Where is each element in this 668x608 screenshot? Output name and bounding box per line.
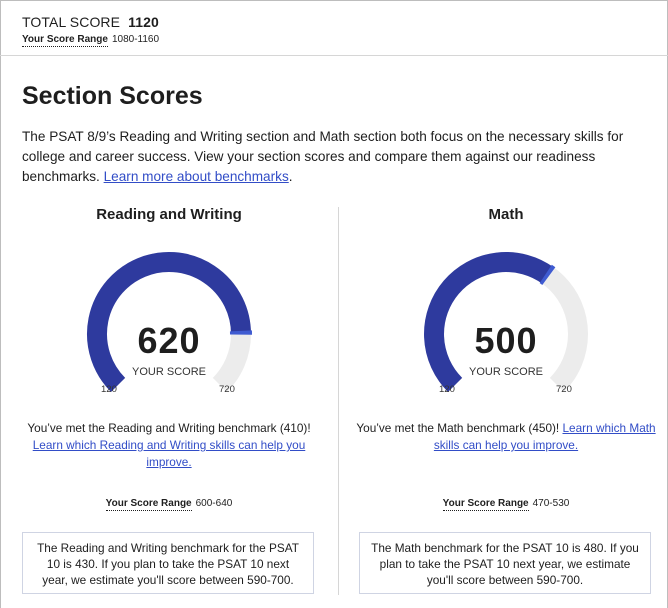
score-range-label[interactable]: Your Score Range — [442, 498, 529, 511]
section-math: Math 500 YOUR SCORE 120 720 You’ve met t… — [351, 206, 661, 594]
section-score: 620 — [137, 320, 201, 361]
section-score: 500 — [474, 320, 538, 361]
section-score-range: Your Score Range 470-530 — [351, 498, 661, 511]
column-divider — [338, 207, 339, 595]
intro-text: The PSAT 8/9’s Reading and Writing secti… — [22, 127, 642, 187]
gauge-max-label: 720 — [556, 384, 572, 395]
score-range-label[interactable]: Your Score Range — [22, 34, 108, 47]
learn-skills-link[interactable]: Learn which Reading and Writing skills c… — [33, 438, 306, 469]
benchmark-message: You’ve met the Math benchmark (450)! Lea… — [351, 420, 661, 454]
total-score-value: 1120 — [128, 14, 159, 30]
gauge-max-label: 720 — [219, 384, 235, 395]
score-range-label[interactable]: Your Score Range — [105, 498, 192, 511]
section-title: Math — [488, 206, 524, 223]
page-title: Section Scores — [22, 82, 203, 110]
score-gauge: 620 YOUR SCORE — [14, 236, 324, 396]
score-range-value: 600-640 — [195, 498, 233, 509]
gauge-score-marker — [539, 264, 556, 286]
header-divider — [0, 55, 668, 56]
total-score-label: TOTAL SCORE — [22, 14, 121, 30]
gauge-min-label: 120 — [101, 384, 117, 395]
benchmark-text: You’ve met the Math benchmark (450)! — [356, 421, 563, 435]
total-score-range: Your Score Range 1080-1160 — [22, 34, 160, 47]
learn-more-benchmarks-link[interactable]: Learn more about benchmarks — [104, 169, 289, 184]
section-reading-writing: Reading and Writing 620 YOUR SCORE 120 7… — [14, 206, 324, 594]
score-gauge: 500 YOUR SCORE — [351, 236, 661, 396]
section-score-range: Your Score Range 600-640 — [14, 498, 324, 511]
section-title: Reading and Writing — [96, 206, 242, 223]
your-score-label: YOUR SCORE — [469, 366, 543, 378]
psat10-benchmark-note: The Reading and Writing benchmark for th… — [22, 532, 314, 594]
your-score-label: YOUR SCORE — [132, 366, 206, 378]
psat10-benchmark-note: The Math benchmark for the PSAT 10 is 48… — [359, 532, 651, 594]
total-score: TOTAL SCORE 1120 — [22, 14, 159, 30]
score-range-value: 470-530 — [532, 498, 570, 509]
benchmark-text: You’ve met the Reading and Writing bench… — [27, 421, 311, 435]
gauge-min-label: 120 — [439, 384, 455, 395]
benchmark-message: You’ve met the Reading and Writing bench… — [14, 420, 324, 471]
intro-period: . — [288, 169, 293, 184]
score-range-value: 1080-1160 — [111, 34, 160, 45]
